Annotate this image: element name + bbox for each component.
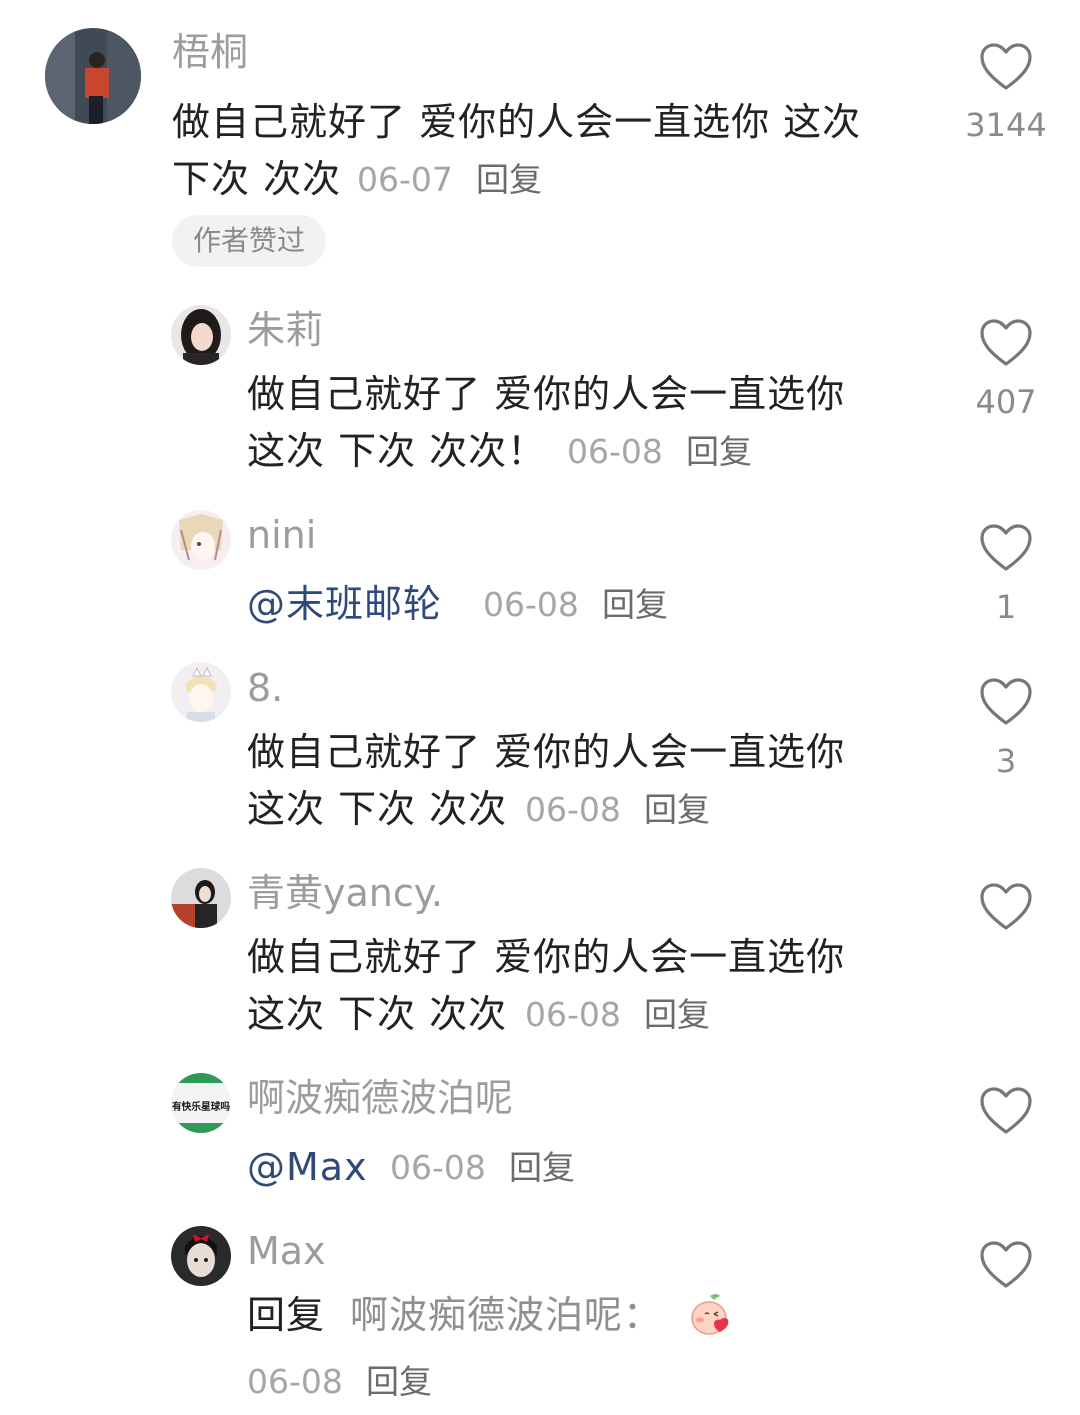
heart-outline-icon[interactable] [978, 42, 1034, 92]
reply-prefix: 回复 [247, 1293, 326, 1337]
avatar[interactable] [171, 305, 231, 365]
avatar[interactable] [171, 510, 231, 570]
avatar[interactable] [171, 662, 231, 722]
heart-outline-icon[interactable] [978, 677, 1034, 727]
comment-text-line: 做自己就好了 爱你的人会一直选你 [247, 935, 846, 979]
heart-outline-icon[interactable] [978, 523, 1034, 573]
comment-text-line: 做自己就好了 爱你的人会一直选你 这次 [172, 100, 862, 144]
comment-username[interactable]: 啊波痴德波泊呢 [247, 1079, 513, 1117]
comment-text-line: 这次 下次 次次！ [247, 429, 547, 473]
comment-text-line: 这次 下次 次次 [247, 992, 508, 1036]
comment-text-line: 这次 下次 次次 [247, 787, 508, 831]
comment-text-line: 做自己就好了 爱你的人会一直选你 [247, 372, 846, 416]
heart-outline-icon[interactable] [978, 1086, 1034, 1136]
comment-date: 06-08 [390, 1148, 486, 1187]
comment-date: 06-08 [525, 995, 621, 1034]
comment-username[interactable]: 梧桐 [172, 33, 248, 71]
avatar[interactable] [45, 28, 141, 124]
comment-date: 06-08 [247, 1362, 343, 1401]
comment-username[interactable]: Max [247, 1232, 326, 1270]
comment-username[interactable]: nini [247, 516, 316, 554]
mention-link[interactable]: @Max [247, 1148, 368, 1186]
like-count: 1 [995, 588, 1017, 626]
avatar[interactable]: 有快乐星球吗 [171, 1073, 231, 1133]
comment-date: 06-08 [567, 432, 663, 471]
heart-outline-icon[interactable] [978, 318, 1034, 368]
comment-date: 06-07 [357, 160, 453, 199]
comment-username[interactable]: 8. [247, 669, 283, 707]
reply-button[interactable]: 回复 [644, 998, 710, 1031]
reply-button[interactable]: 回复 [602, 588, 668, 621]
comment-date: 06-08 [483, 585, 579, 624]
comment-username[interactable]: 青黄yancy. [247, 874, 443, 912]
author-liked-badge: 作者赞过 [172, 215, 326, 267]
avatar-text: 有快乐星球吗 [172, 1100, 230, 1113]
comment-username[interactable]: 朱莉 [247, 311, 323, 349]
comment-date: 06-08 [525, 790, 621, 829]
avatar[interactable] [171, 868, 231, 928]
avatar[interactable] [171, 1226, 231, 1286]
blushing-peach-sticker-icon [686, 1290, 734, 1338]
heart-outline-icon[interactable] [978, 882, 1034, 932]
like-count: 3144 [965, 106, 1047, 144]
reply-target[interactable]: 啊波痴德波泊呢： [350, 1296, 662, 1334]
mention-link[interactable]: @末班邮轮 [247, 585, 442, 623]
reply-button[interactable]: 回复 [366, 1365, 432, 1398]
comment-text-line: 下次 次次 [172, 157, 342, 201]
reply-button[interactable]: 回复 [509, 1151, 575, 1184]
reply-button[interactable]: 回复 [476, 163, 542, 196]
reply-button[interactable]: 回复 [686, 435, 752, 468]
heart-outline-icon[interactable] [978, 1240, 1034, 1290]
comment-text-line: 做自己就好了 爱你的人会一直选你 [247, 730, 846, 774]
reply-button[interactable]: 回复 [644, 793, 710, 826]
like-count: 3 [995, 742, 1017, 780]
like-count: 407 [975, 383, 1037, 421]
